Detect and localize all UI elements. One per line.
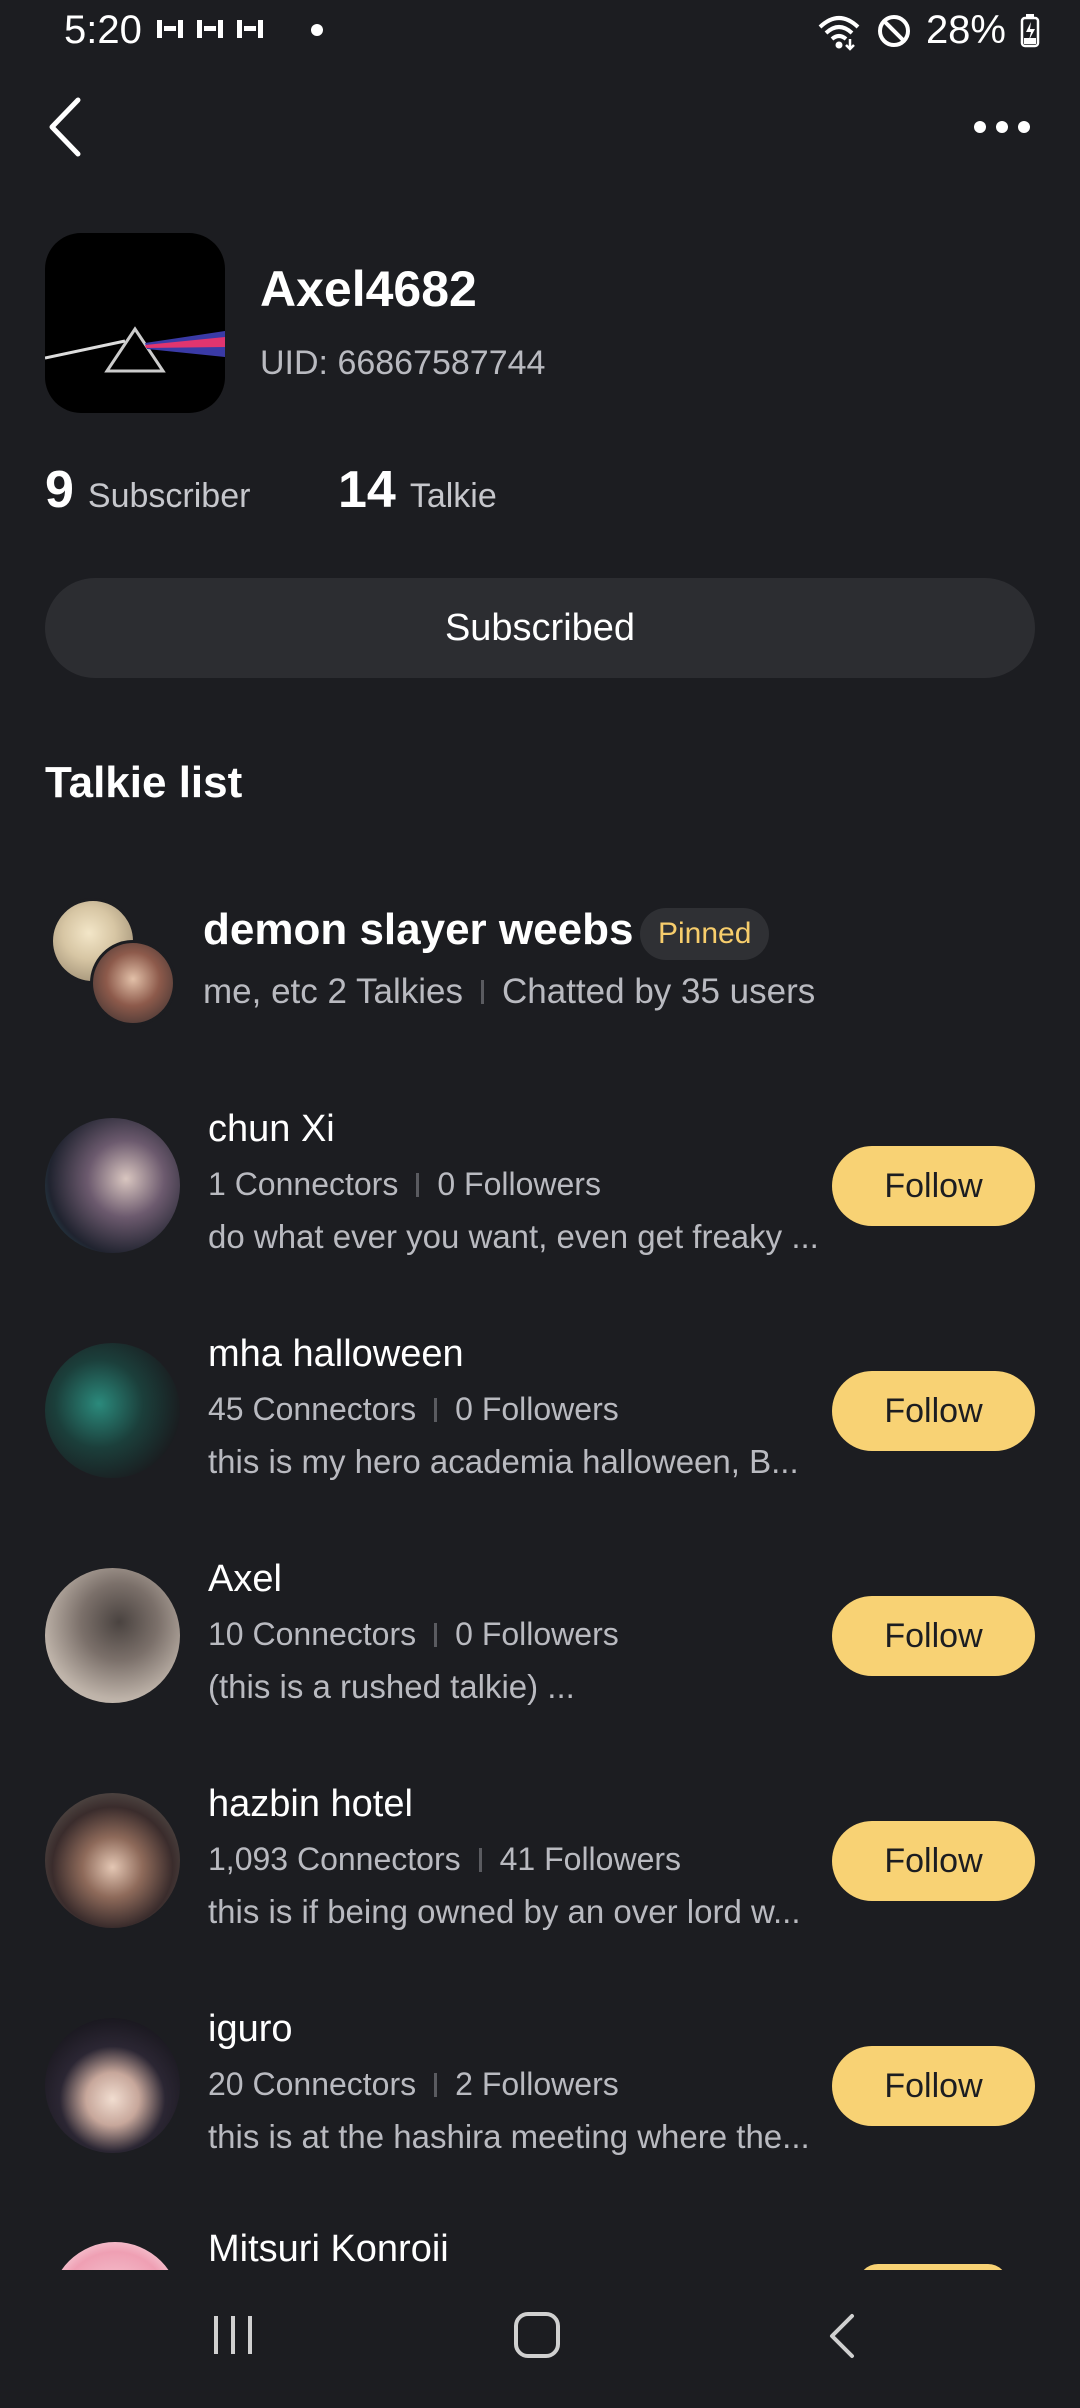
follow-button[interactable]: Follow (832, 1821, 1035, 1901)
talkie-description: do what ever you want, even get freaky .… (208, 1218, 819, 1255)
home-button[interactable] (510, 2308, 566, 2369)
recents-button[interactable] (208, 2310, 258, 2365)
talkie-avatar (45, 1793, 180, 1928)
battery-percent: 28% (925, 8, 1006, 52)
system-nav-bar (0, 2270, 1080, 2408)
followers-count: 2 Followers (455, 2066, 619, 2102)
talkie-row[interactable]: hazbin hotel 1,093 Connectors 41 Followe… (0, 1783, 1080, 1993)
talkie-meta: 20 Connectors 2 Followers (208, 2066, 619, 2103)
stat-label: Subscriber (87, 477, 251, 515)
talkie-description: this is if being owned by an over lord w… (208, 1893, 801, 1930)
recents-icon (214, 2316, 252, 2354)
divider (478, 1847, 482, 1872)
talkie-description: this is my hero academia halloween, B... (208, 1443, 799, 1480)
talkie-meta: 45 Connectors 0 Followers (208, 1391, 619, 1428)
do-not-disturb-icon (877, 14, 910, 47)
divider (481, 980, 485, 1004)
followers-count: 0 Followers (455, 1616, 619, 1652)
talkie-description: this is at the hashira meeting where the… (208, 2118, 810, 2155)
pinned-group-row[interactable]: demon slayer weebs Pinned me, etc 2 Talk… (0, 880, 1080, 1030)
connectors-count: 1 Connectors (208, 1166, 399, 1202)
connectors-count: 10 Connectors (208, 1616, 417, 1652)
talkie-meta: 1 Connectors 0 Followers (208, 1166, 601, 1203)
stat-label: Talkie (409, 477, 497, 515)
talkie-meta: 1,093 Connectors 41 Followers (208, 1841, 681, 1878)
talkie-row[interactable]: iguro 20 Connectors 2 Followers this is … (0, 2008, 1080, 2218)
talkie-row[interactable]: chun Xi 1 Connectors 0 Followers do what… (0, 1108, 1080, 1318)
chevron-left-icon (49, 97, 81, 157)
divider (434, 1397, 438, 1422)
status-right: 28% (816, 8, 1040, 53)
status-bar: 5:20 28% (0, 0, 1080, 70)
talkie-row-partial[interactable]: Mitsuri Konroii (0, 2230, 1080, 2270)
talkie-name: iguro (208, 2008, 293, 2050)
follow-button[interactable]: Follow (832, 1371, 1035, 1451)
talkie-row[interactable]: mha halloween 45 Connectors 0 Followers … (0, 1333, 1080, 1543)
talkie-avatar (45, 2018, 180, 2153)
stat-talkies[interactable]: 14 Talkie (338, 460, 497, 520)
nav-back-button[interactable] (822, 2310, 862, 2367)
divider (434, 2072, 438, 2097)
followers-count: 0 Followers (437, 1166, 601, 1202)
talkie-avatar (45, 1568, 180, 1703)
app-notification-icon (157, 20, 323, 38)
profile-avatar[interactable] (45, 233, 225, 413)
back-button[interactable] (42, 92, 90, 162)
followers-count: 0 Followers (455, 1391, 619, 1427)
profile-uid: UID: 66867587744 (260, 344, 546, 382)
talkie-name: mha halloween (208, 1333, 464, 1375)
stat-value: 9 (45, 461, 74, 519)
stat-subscribers[interactable]: 9 Subscriber (45, 460, 250, 520)
wifi-icon (818, 15, 860, 51)
talkie-name: hazbin hotel (208, 1783, 413, 1825)
talkie-avatar (45, 1118, 180, 1253)
more-horizontal-icon (974, 121, 1030, 133)
notification-icons (155, 14, 345, 44)
group-avatar (90, 940, 176, 1026)
connectors-count: 1,093 Connectors (208, 1841, 461, 1877)
talkie-name: Mitsuri Konroii (208, 2230, 449, 2270)
talkie-meta: 10 Connectors 0 Followers (208, 1616, 619, 1653)
talkie-row[interactable]: Axel 10 Connectors 0 Followers (this is … (0, 1558, 1080, 1768)
talkie-name: Axel (208, 1558, 282, 1600)
home-icon (514, 2312, 560, 2358)
back-arrow-icon (830, 2314, 854, 2358)
connectors-count: 45 Connectors (208, 1391, 417, 1427)
connectors-count: 20 Connectors (208, 2066, 417, 2102)
profile-name: Axel4682 (260, 261, 477, 317)
divider (434, 1622, 438, 1647)
group-members: me, etc 2 Talkies (203, 972, 464, 1011)
group-chatted: Chatted by 35 users (502, 972, 816, 1011)
pinned-group-title: demon slayer weebs (203, 905, 634, 954)
follow-button[interactable]: Follow (832, 2046, 1035, 2126)
pinned-badge: Pinned (640, 908, 770, 960)
followers-count: 41 Followers (499, 1841, 682, 1877)
talkie-description: (this is a rushed talkie) ... (208, 1668, 575, 1705)
status-time: 5:20 (64, 8, 142, 52)
talkie-avatar (50, 2242, 180, 2270)
divider (416, 1172, 420, 1197)
pinned-group-meta: me, etc 2 Talkies Chatted by 35 users (203, 972, 815, 1012)
section-title: Talkie list (45, 758, 243, 807)
battery-charging-icon (1020, 13, 1040, 47)
subscribed-button[interactable]: Subscribed (45, 578, 1035, 678)
follow-button[interactable]: Follow (832, 1596, 1035, 1676)
talkie-avatar (45, 1343, 180, 1478)
talkie-name: chun Xi (208, 1108, 335, 1150)
prism-image (45, 326, 225, 373)
stat-value: 14 (338, 461, 396, 519)
follow-button[interactable]: Follow (832, 1146, 1035, 1226)
more-options-button[interactable] (962, 100, 1042, 150)
